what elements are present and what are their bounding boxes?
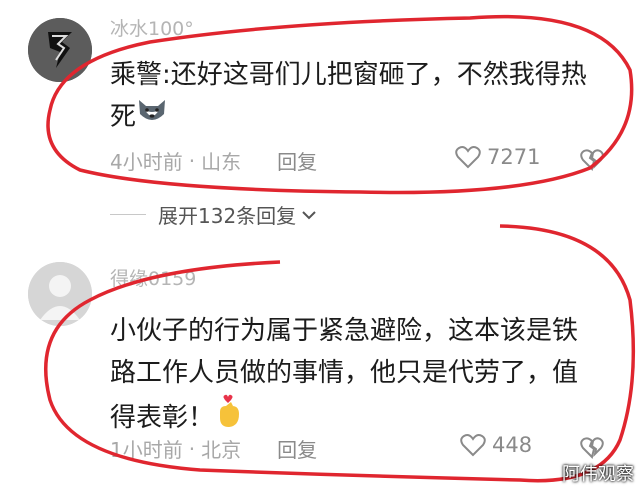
timestamp: 1小时前 (110, 438, 183, 462)
chevron-down-icon (302, 210, 316, 219)
broken-heart-icon[interactable] (580, 148, 604, 172)
reply-button[interactable]: 回复 (277, 434, 317, 463)
comment-meta: 4小时前 · 山东 回复 (110, 146, 317, 175)
avatar[interactable] (28, 262, 92, 326)
divider-dash (110, 214, 146, 215)
comment-item: 冰水100° 乘警:还好这哥们儿把窗砸了，不然我得热 死 4小时前 · 山东 回… (0, 0, 640, 200)
like-count: 448 (492, 433, 533, 457)
comment-line: 乘警:还好这哥们儿把窗砸了，不然我得热 (110, 60, 587, 90)
username[interactable]: 得缘0159 (110, 264, 196, 291)
meta-separator: · (188, 436, 196, 461)
reply-button[interactable]: 回复 (277, 146, 317, 175)
location: 山东 (201, 150, 242, 174)
avatar-logo-icon (28, 18, 92, 82)
comment-line: 路工作人员做的事情，他只是代劳了，值 (110, 358, 579, 388)
expand-replies-label: 展开132条回复 (158, 204, 297, 228)
username[interactable]: 冰水100° (110, 14, 194, 41)
heart-icon (460, 434, 486, 457)
like-button[interactable]: 7271 (455, 145, 540, 169)
heart-icon (455, 146, 481, 169)
husky-face-emoji (136, 96, 168, 139)
comment-item: 得缘0159 小伙子的行为属于紧急避险，这本该是铁 路工作人员做的事情，他只是代… (0, 250, 640, 492)
avatar[interactable] (28, 18, 92, 82)
expand-replies-button[interactable]: 展开132条回复 (110, 200, 316, 229)
comment-line-last: 死 (110, 96, 610, 139)
default-avatar-icon (28, 262, 92, 326)
like-button[interactable]: 448 (460, 433, 532, 457)
watermark: 阿伟观察 (562, 464, 634, 485)
comment-text: 乘警:还好这哥们儿把窗砸了，不然我得热 死 (110, 54, 610, 139)
broken-heart-icon[interactable] (580, 436, 604, 460)
comment-line: 小伙子的行为属于紧急避险，这本该是铁 (110, 316, 579, 346)
meta-separator: · (188, 148, 196, 173)
timestamp: 4小时前 (110, 150, 183, 174)
like-count: 7271 (487, 145, 541, 169)
comment-text: 小伙子的行为属于紧急避险，这本该是铁 路工作人员做的事情，他只是代劳了，值 得表… (110, 310, 610, 443)
comment-meta: 1小时前 · 北京 回复 (110, 434, 317, 463)
location: 北京 (201, 438, 242, 462)
